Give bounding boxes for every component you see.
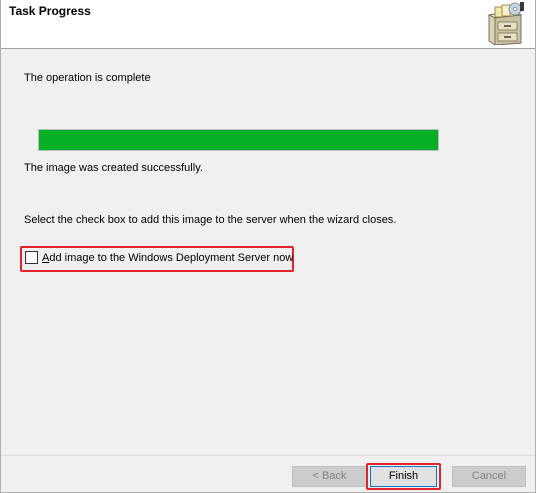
status-heading: The operation is complete (24, 72, 151, 84)
back-button[interactable]: < Back (292, 466, 367, 487)
cancel-button[interactable]: Cancel (452, 466, 526, 487)
instruction-text: Select the check box to add this image t… (24, 214, 397, 226)
add-image-checkbox-label[interactable]: Add image to the Windows Deployment Serv… (42, 252, 293, 264)
wizard-window: Task Progress The operation is complete … (0, 0, 536, 493)
finish-button[interactable]: Finish (370, 466, 437, 487)
checkbox-label-text: dd image to the Windows Deployment Serve… (49, 251, 294, 264)
add-image-checkbox[interactable] (25, 251, 38, 264)
progress-bar-fill (39, 130, 438, 150)
page-title: Task Progress (9, 4, 91, 18)
result-text: The image was created successfully. (24, 162, 203, 174)
progress-bar (38, 129, 439, 151)
footer-divider (1, 455, 535, 456)
file-cabinet-icon (487, 2, 524, 45)
add-image-checkbox-row[interactable]: Add image to the Windows Deployment Serv… (25, 251, 293, 264)
wizard-header: Task Progress (1, 0, 535, 49)
